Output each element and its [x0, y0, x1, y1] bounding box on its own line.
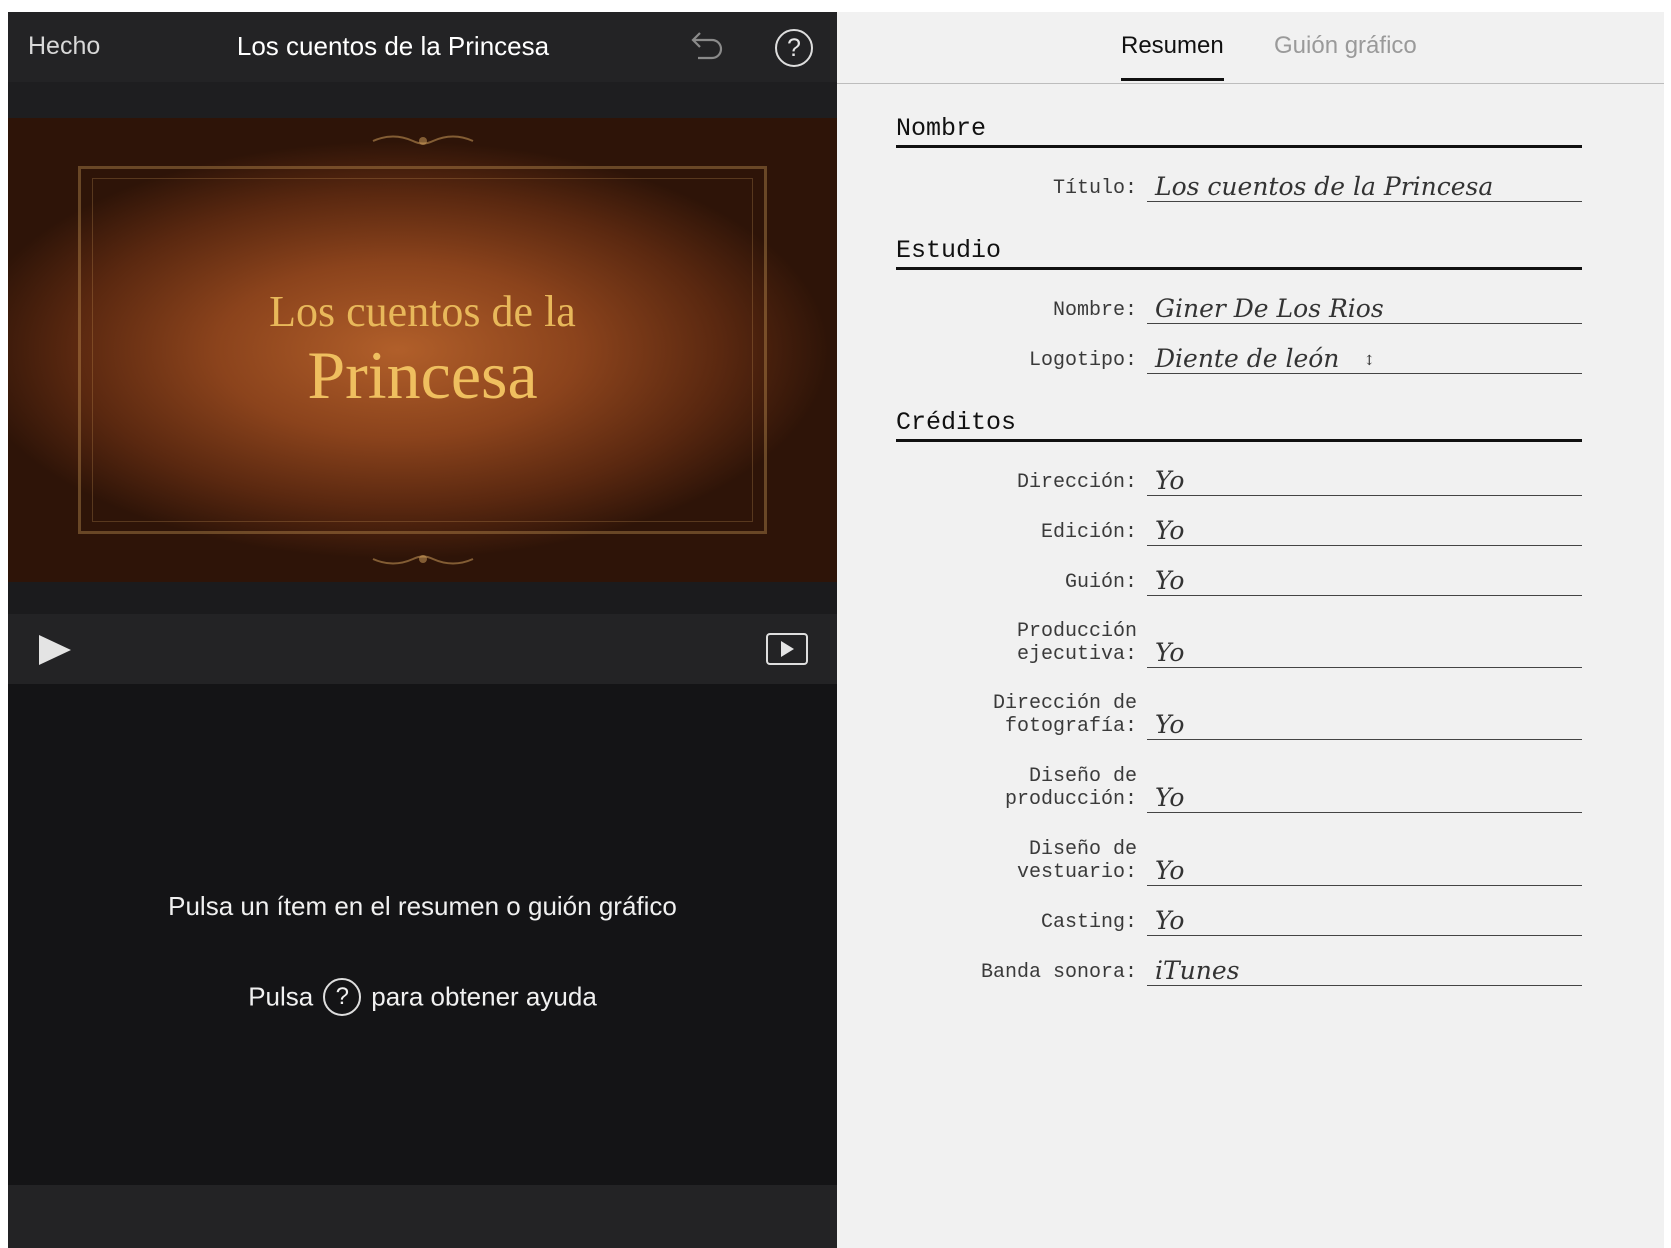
field-label: Título:: [1052, 177, 1137, 200]
banda-sonora-input[interactable]: iTunes: [1147, 956, 1582, 986]
preview-title-line1: Los cuentos de la: [269, 287, 576, 336]
label-line1: Dirección de: [992, 692, 1137, 715]
summary-panel: Resumen Guión gráfico Nombre Título: Los…: [837, 12, 1664, 1248]
ornament-top-icon: [372, 135, 474, 145]
guion-input[interactable]: Yo: [1147, 566, 1582, 596]
preview-panel: Hecho Los cuentos de la Princesa ? Los c…: [8, 12, 837, 1248]
play-icon[interactable]: [39, 635, 71, 665]
field-label: Banda sonora:: [980, 961, 1137, 984]
help-button[interactable]: ?: [775, 29, 813, 67]
field-banda-sonora: Banda sonora: iTunes: [896, 946, 1582, 986]
preview-title-line2: Princesa: [307, 337, 538, 413]
preview-bottom-strip: [8, 582, 837, 614]
logotipo-value: Diente de león: [1155, 344, 1340, 373]
field-label: Producción ejecutiva:: [1017, 620, 1137, 666]
video-preview[interactable]: Los cuentos de la Princesa: [8, 118, 837, 582]
field-label: Edición:: [1040, 521, 1137, 544]
preview-top-strip: [8, 82, 837, 118]
top-bar: Hecho Los cuentos de la Princesa ?: [8, 12, 837, 82]
field-diseno-vestuario: Diseño de vestuario: Yo: [896, 834, 1582, 886]
section-creditos: Créditos: [896, 408, 1582, 442]
field-label: Guión:: [1064, 571, 1137, 594]
produccion-ejecutiva-input[interactable]: Yo: [1147, 638, 1582, 668]
logotipo-select[interactable]: Diente de león ↕: [1147, 344, 1582, 374]
label-line2: producción:: [1004, 788, 1137, 811]
section-estudio: Estudio: [896, 236, 1582, 270]
help-hint-after: para obtener ayuda: [371, 981, 597, 1012]
label-line2: vestuario:: [1016, 861, 1137, 884]
help-circle-icon: ?: [323, 978, 362, 1016]
diseno-vestuario-input[interactable]: Yo: [1147, 856, 1582, 886]
field-direccion-fotografia: Dirección de fotografía: Yo: [896, 688, 1582, 740]
field-produccion-ejecutiva: Producción ejecutiva: Yo: [896, 616, 1582, 668]
titulo-input[interactable]: Los cuentos de la Princesa: [1147, 172, 1582, 202]
label-line1: Diseño de: [1028, 838, 1137, 861]
edicion-input[interactable]: Yo: [1147, 516, 1582, 546]
label-line2: ejecutiva:: [1016, 643, 1137, 666]
section-nombre: Nombre: [896, 114, 1582, 148]
app-window: Hecho Los cuentos de la Princesa ? Los c…: [8, 12, 1664, 1248]
ornament-bottom-icon: [372, 555, 474, 565]
label-line2: fotografía:: [1004, 715, 1137, 738]
field-guion: Guión: Yo: [896, 556, 1582, 596]
field-label: Dirección de fotografía:: [993, 692, 1137, 738]
field-label: Nombre:: [1052, 299, 1137, 322]
tab-guion-grafico[interactable]: Guión gráfico: [1274, 32, 1417, 78]
label-line1: Diseño de: [1028, 765, 1137, 788]
tab-bar: Resumen Guión gráfico: [837, 12, 1664, 84]
direccion-fotografia-input[interactable]: Yo: [1147, 710, 1582, 740]
casting-input[interactable]: Yo: [1147, 906, 1582, 936]
tab-resumen[interactable]: Resumen: [1121, 32, 1224, 81]
field-label: Diseño de vestuario:: [1017, 838, 1137, 884]
project-title: Los cuentos de la Princesa: [236, 31, 550, 61]
done-button[interactable]: Hecho: [28, 32, 100, 61]
field-label: Logotipo:: [1028, 349, 1137, 372]
fullscreen-play-icon[interactable]: [766, 633, 808, 665]
undo-icon[interactable]: [688, 30, 724, 62]
field-direccion: Dirección: Yo: [896, 456, 1582, 496]
diseno-produccion-input[interactable]: Yo: [1147, 783, 1582, 813]
field-label: Casting:: [1040, 911, 1137, 934]
hint-text: Pulsa un ítem en el resumen o guión gráf…: [168, 891, 677, 921]
field-edicion: Edición: Yo: [896, 506, 1582, 546]
select-arrows-icon: ↕: [1363, 352, 1376, 369]
label-line1: Producción: [1016, 620, 1137, 643]
field-label: Diseño de producción:: [1005, 765, 1137, 811]
help-hint: Pulsa? para obtener ayuda: [8, 978, 837, 1016]
field-logotipo: Logotipo: Diente de león ↕: [896, 334, 1582, 374]
field-diseno-produccion: Diseño de producción: Yo: [896, 761, 1582, 813]
field-estudio-nombre: Nombre: Giner De Los Rios: [896, 284, 1582, 324]
help-hint-before: Pulsa: [248, 981, 314, 1012]
field-label: Dirección:: [1016, 471, 1137, 494]
bottom-bar: [8, 1185, 837, 1248]
field-casting: Casting: Yo: [896, 896, 1582, 936]
direccion-input[interactable]: Yo: [1147, 466, 1582, 496]
field-titulo: Título: Los cuentos de la Princesa: [896, 162, 1582, 202]
estudio-nombre-input[interactable]: Giner De Los Rios: [1147, 294, 1582, 324]
playback-controls: [8, 614, 837, 684]
